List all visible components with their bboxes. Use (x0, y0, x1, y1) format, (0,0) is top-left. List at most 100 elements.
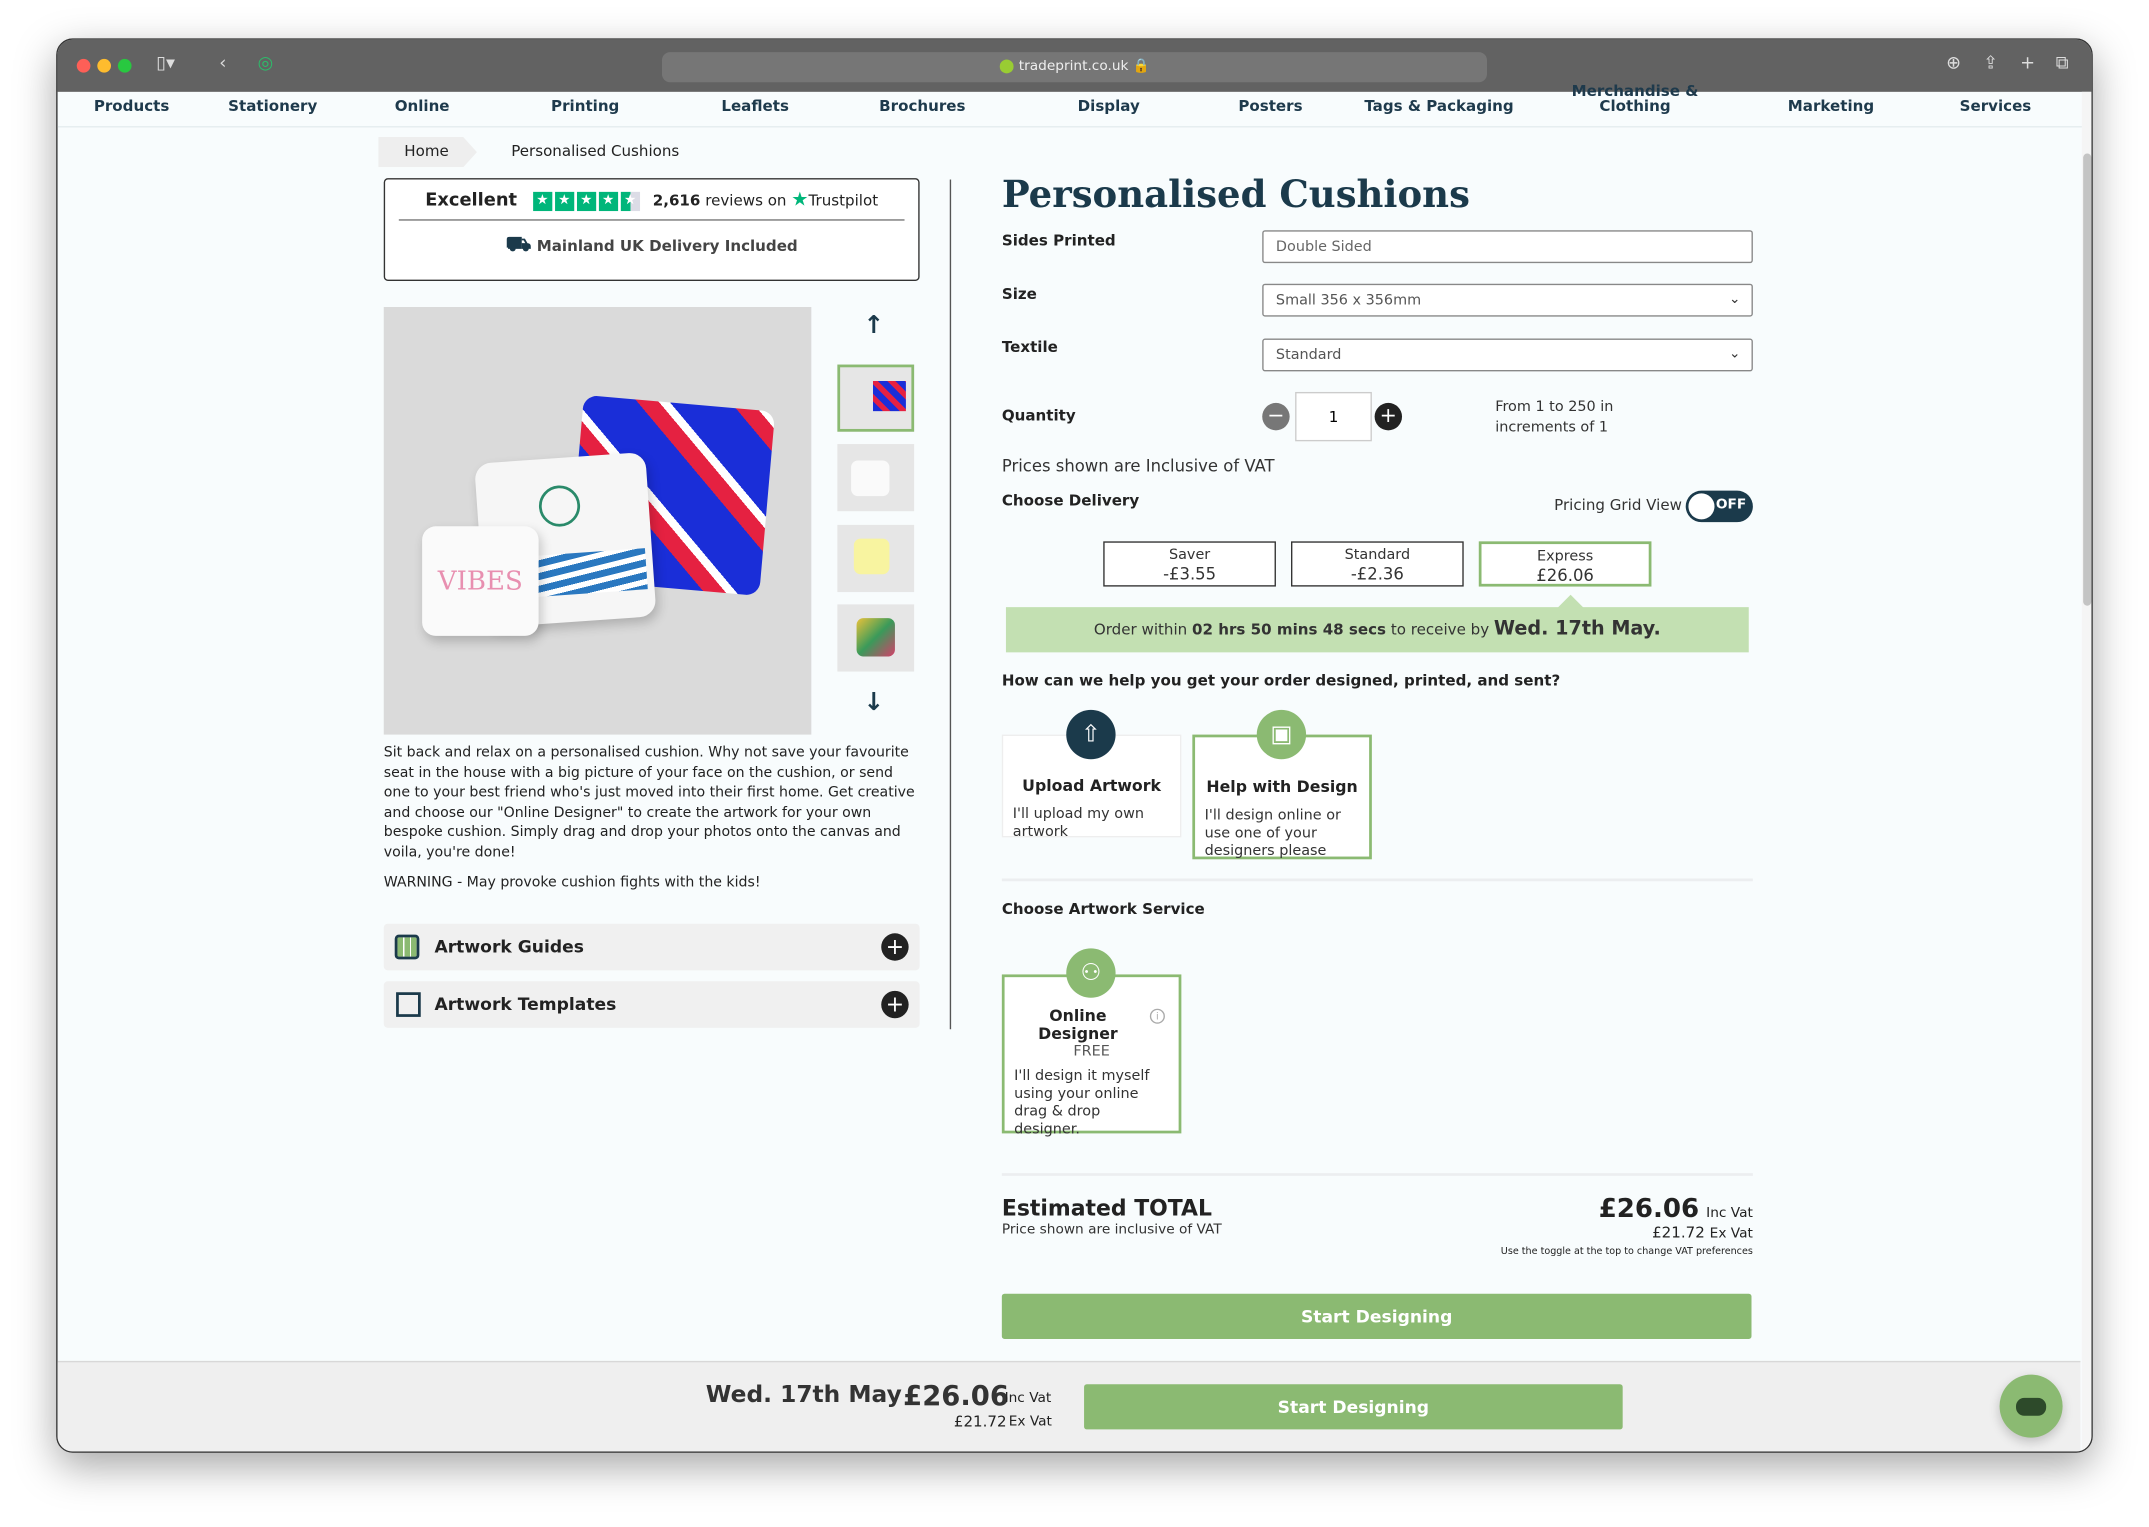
bottom-price: £26.06 (903, 1378, 1009, 1412)
thumbnail-4[interactable] (837, 604, 915, 672)
new-tab-icon[interactable]: + (2020, 53, 2035, 74)
info-icon[interactable]: i (1149, 1008, 1165, 1024)
breadcrumb-home[interactable]: Home (378, 137, 477, 168)
pricing-grid-label: Pricing Grid View (1554, 496, 1682, 514)
cushion-text: VIBES (422, 526, 539, 636)
chat-button[interactable] (1999, 1374, 2063, 1438)
pricing-grid-toggle[interactable]: OFF (1685, 490, 1753, 523)
close-window-button[interactable] (76, 58, 91, 73)
thumbnail-2[interactable] (837, 444, 915, 512)
download-icon[interactable]: ⊕ (1946, 53, 1961, 74)
nav-item[interactable]: Stationery (228, 99, 317, 114)
quantity-increase-button[interactable]: + (1374, 402, 1403, 431)
nav-item[interactable]: Printing (551, 99, 619, 114)
extension-icon[interactable]: ◎ (258, 53, 274, 74)
delivery-option-saver[interactable]: Saver -£3.55 (1103, 541, 1276, 587)
bottom-inc-vat: Inc Vat (1004, 1391, 1052, 1407)
minimize-window-button[interactable] (97, 58, 112, 73)
template-frame-icon (396, 992, 421, 1017)
nav-item[interactable]: Marketing (1788, 99, 1874, 114)
nav-item[interactable]: Merchandise & Clothing (1560, 84, 1711, 114)
chevron-down-icon: ⌄ (1729, 346, 1741, 362)
nav-item[interactable]: Services (1960, 99, 2032, 114)
delivery-option-standard[interactable]: Standard -£2.36 (1291, 541, 1464, 587)
thumb-up-arrow-icon[interactable]: ↑ (863, 311, 884, 340)
delivery-countdown-banner: Order within 02 hrs 50 mins 48 secs to r… (1005, 607, 1749, 653)
vat-toggle-note: Use the toggle at the top to change VAT … (1500, 1245, 1753, 1257)
bottom-delivery-date: Wed. 17th May (705, 1381, 902, 1409)
size-label: Size (1001, 285, 1037, 303)
expand-plus-icon[interactable]: + (881, 990, 909, 1019)
browser-window: ▯▾ ‹ ◎ ⬤ tradeprint.co.uk 🔒 ⊕ ⇪ + ⧉ Prod… (56, 38, 2093, 1453)
delivery-note: Mainland UK Delivery Included (536, 237, 798, 255)
bottom-ex-vat: Ex Vat (1008, 1414, 1052, 1430)
delivery-price: £26.06 (1536, 566, 1594, 586)
service-price: FREE (1073, 1042, 1110, 1060)
countdown: 02 hrs 50 mins 48 secs (1192, 620, 1387, 639)
thumb-down-arrow-icon[interactable]: ↓ (863, 688, 884, 717)
delivery-price: -£3.55 (1163, 564, 1217, 584)
design-frame-icon: ▣ (1256, 709, 1307, 760)
rating-stars: ★ ★ ★ ★ ★ (532, 191, 640, 212)
textile-value: Standard (1275, 346, 1342, 364)
maximize-window-button[interactable] (117, 58, 132, 73)
accordion-artwork-templates[interactable]: Artwork Templates + (383, 981, 920, 1028)
delivery-option-express[interactable]: Express £26.06 (1478, 541, 1652, 587)
review-count: 2,616 (652, 191, 701, 210)
quantity-input[interactable] (1295, 391, 1372, 442)
grid-icon (394, 934, 420, 960)
delivery-name: Standard (1344, 546, 1411, 564)
card-title: Online Designer (1038, 1005, 1118, 1043)
nav-item[interactable]: Tags & Packaging (1364, 99, 1513, 114)
online-designer-icon: ⚇ (1066, 948, 1116, 998)
bottom-start-designing-button[interactable]: Start Designing (1084, 1384, 1623, 1430)
textile-select[interactable]: Standard ⌄ (1262, 338, 1753, 372)
sidebar-icon[interactable]: ▯▾ (156, 53, 175, 74)
sticky-bottom-bar: Wed. 17th May £26.06 Inc Vat £21.72 Ex V… (57, 1360, 2081, 1452)
accordion-artwork-guides[interactable]: Artwork Guides + (383, 923, 920, 971)
delivery-price: -£2.36 (1350, 564, 1404, 584)
product-description: Sit back and relax on a personalised cus… (384, 743, 918, 893)
quantity-note: From 1 to 250 in increments of 1 (1495, 397, 1613, 438)
artwork-service-label: Choose Artwork Service (1001, 900, 1205, 919)
breadcrumb-current: Personalised Cushions (511, 142, 680, 161)
online-designer-card[interactable]: Online Designer FREE I'll design it myse… (1001, 974, 1182, 1138)
accordion-label: Artwork Templates (434, 993, 617, 1015)
tabs-overview-icon[interactable]: ⧉ (2056, 53, 2069, 74)
delivery-truck-icon: ⛟ (505, 231, 532, 257)
quantity-decrease-button[interactable]: − (1262, 402, 1290, 431)
textile-label: Textile (1001, 338, 1058, 357)
delivery-name: Express (1536, 548, 1594, 565)
delivery-name: Saver (1168, 546, 1211, 564)
share-icon[interactable]: ⇪ (1983, 53, 1998, 74)
back-icon[interactable]: ‹ (219, 53, 226, 74)
nav-item[interactable]: Posters (1238, 99, 1302, 114)
chevron-down-icon: ⌄ (1729, 291, 1741, 307)
scrollbar[interactable] (2081, 91, 2092, 1452)
trustpilot-star-icon: ★ (791, 189, 809, 212)
choose-delivery-label: Choose Delivery (1001, 492, 1140, 510)
expand-plus-icon[interactable]: + (881, 933, 909, 961)
total-label: Estimated TOTAL (1001, 1195, 1212, 1222)
nav-item[interactable]: Online (395, 99, 450, 114)
quantity-note-line: From 1 to 250 in (1495, 398, 1614, 416)
total-sub: Price shown are inclusive of VAT (1001, 1222, 1222, 1238)
nav-item[interactable]: Leaflets (721, 99, 789, 114)
sides-value: Double Sided (1275, 238, 1372, 255)
column-divider (949, 179, 952, 1030)
sides-printed-field[interactable]: Double Sided (1262, 230, 1753, 264)
ex-vat-label: Ex Vat (1709, 1226, 1753, 1242)
nav-item[interactable]: Display (1078, 99, 1140, 114)
nav-item[interactable]: Products (94, 99, 169, 114)
divider (1001, 1173, 1753, 1176)
thumbnail-1[interactable] (837, 364, 915, 432)
thumbnail-3[interactable] (837, 524, 915, 593)
divider (1001, 878, 1753, 882)
size-select[interactable]: Small 356 x 356mm ⌄ (1262, 283, 1753, 317)
start-designing-button[interactable]: Start Designing (1001, 1293, 1752, 1339)
nav-item[interactable]: Brochures (879, 99, 965, 114)
trustpilot-logo[interactable]: Trustpilot (809, 192, 879, 210)
total-prices: £26.06 Inc Vat £21.72 Ex Vat Use the tog… (1360, 1194, 1753, 1257)
address-bar[interactable]: ⬤ tradeprint.co.uk 🔒 (661, 52, 1487, 83)
url-text: tradeprint.co.uk (1018, 58, 1129, 75)
